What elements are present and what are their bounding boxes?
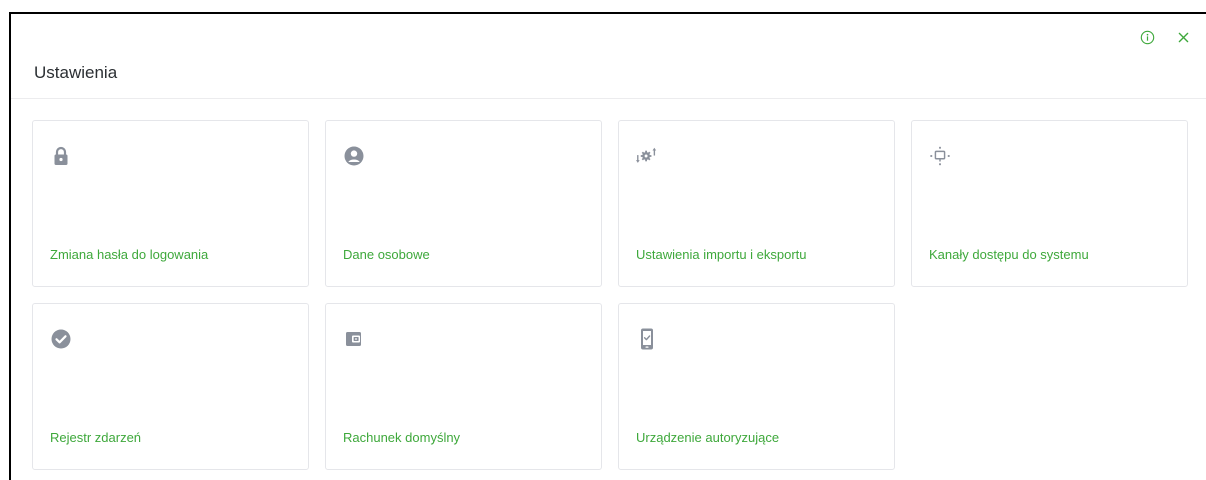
tile-label: Dane osobowe — [343, 247, 430, 262]
tile-import-export[interactable]: Ustawienia importu i eksportu — [618, 120, 895, 287]
tile-label: Rejestr zdarzeń — [50, 430, 142, 445]
tile-label: Rachunek domyślny — [343, 430, 461, 445]
user-circle-icon — [343, 145, 365, 167]
tile-event-log[interactable]: Rejestr zdarzeń — [32, 303, 309, 470]
modal-header: Ustawienia — [11, 14, 1206, 99]
settings-modal: Ustawienia Zmiana hasła do logowania Dan… — [9, 12, 1206, 480]
lock-icon — [50, 145, 72, 167]
tile-default-account[interactable]: Rachunek domyślny — [325, 303, 602, 470]
page-title: Ustawienia — [34, 63, 118, 82]
gear-arrows-icon — [636, 145, 658, 167]
close-icon[interactable] — [1174, 28, 1192, 46]
tile-access-channels[interactable]: Kanały dostępu do systemu — [911, 120, 1188, 287]
tile-label: Ustawienia importu i eksportu — [636, 247, 807, 262]
wallet-icon — [343, 328, 365, 350]
access-channels-icon — [929, 145, 951, 167]
tile-personal-data[interactable]: Dane osobowe — [325, 120, 602, 287]
check-circle-icon — [50, 328, 72, 350]
settings-grid: Zmiana hasła do logowania Dane osobowe U… — [32, 120, 1188, 470]
tile-label: Kanały dostępu do systemu — [929, 247, 1089, 262]
info-icon[interactable] — [1138, 28, 1156, 46]
tile-authorization-device[interactable]: Urządzenie autoryzujące — [618, 303, 895, 470]
tile-label: Zmiana hasła do logowania — [50, 247, 209, 262]
tile-label: Urządzenie autoryzujące — [636, 430, 780, 445]
phone-check-icon — [636, 328, 658, 350]
tile-password-change[interactable]: Zmiana hasła do logowania — [32, 120, 309, 287]
